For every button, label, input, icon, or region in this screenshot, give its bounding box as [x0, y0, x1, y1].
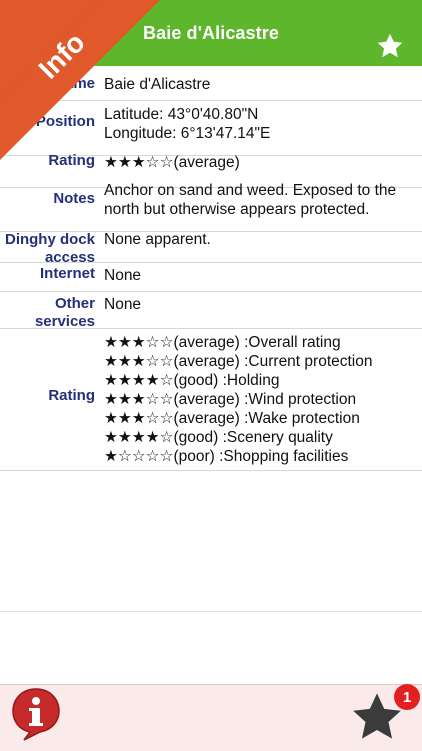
page-title: Baie d'Alicastre	[143, 22, 279, 43]
ratings-label: Rating	[48, 387, 95, 404]
dinghy-label: Dinghy dock access	[0, 231, 95, 267]
dinghy-value: None apparent.	[104, 231, 211, 248]
favorites-count-badge: 1	[394, 684, 420, 710]
other-services-label: Other services	[0, 295, 95, 331]
rating-item: ★★★★☆(good) :Holding	[104, 372, 280, 389]
internet-row: Internet None	[0, 263, 422, 292]
rating-item: ★★★☆☆(average) :Wake protection	[104, 410, 360, 427]
favorite-star-icon[interactable]	[376, 32, 404, 60]
other-services-value: None	[104, 296, 142, 313]
rating-item: ★★★☆☆(average) :Current protection	[104, 353, 373, 370]
internet-label: Internet	[39, 265, 95, 282]
internet-value: None	[104, 267, 142, 284]
ratings-breakdown-row: Rating ★★★☆☆(average) :Overall rating ★★…	[0, 329, 422, 471]
rating-item: ★★★★☆(good) :Scenery quality	[104, 429, 333, 446]
rating-item: ★☆☆☆☆(poor) :Shopping facilities	[104, 448, 349, 465]
rating-item: ★★★☆☆(average) :Overall rating	[104, 334, 341, 351]
info-icon[interactable]	[10, 686, 62, 742]
dinghy-row: Dinghy dock access None apparent.	[0, 231, 422, 266]
notes-row: Notes Anchor on sand and weed. Exposed t…	[0, 182, 422, 232]
rating-item: ★★★☆☆(average) :Wind protection	[104, 391, 357, 408]
ratings-list: ★★★☆☆(average) :Overall rating ★★★☆☆(ave…	[104, 333, 416, 466]
other-services-row: Other services None	[0, 292, 422, 331]
notes-value: Anchor on sand and weed. Exposed to the …	[104, 182, 397, 218]
other-label-line1: Other	[54, 295, 95, 312]
info-ribbon: Info	[0, 0, 160, 160]
divider	[0, 611, 422, 612]
dinghy-label-line1: Dinghy dock	[4, 231, 95, 248]
notes-label: Notes	[53, 190, 95, 207]
